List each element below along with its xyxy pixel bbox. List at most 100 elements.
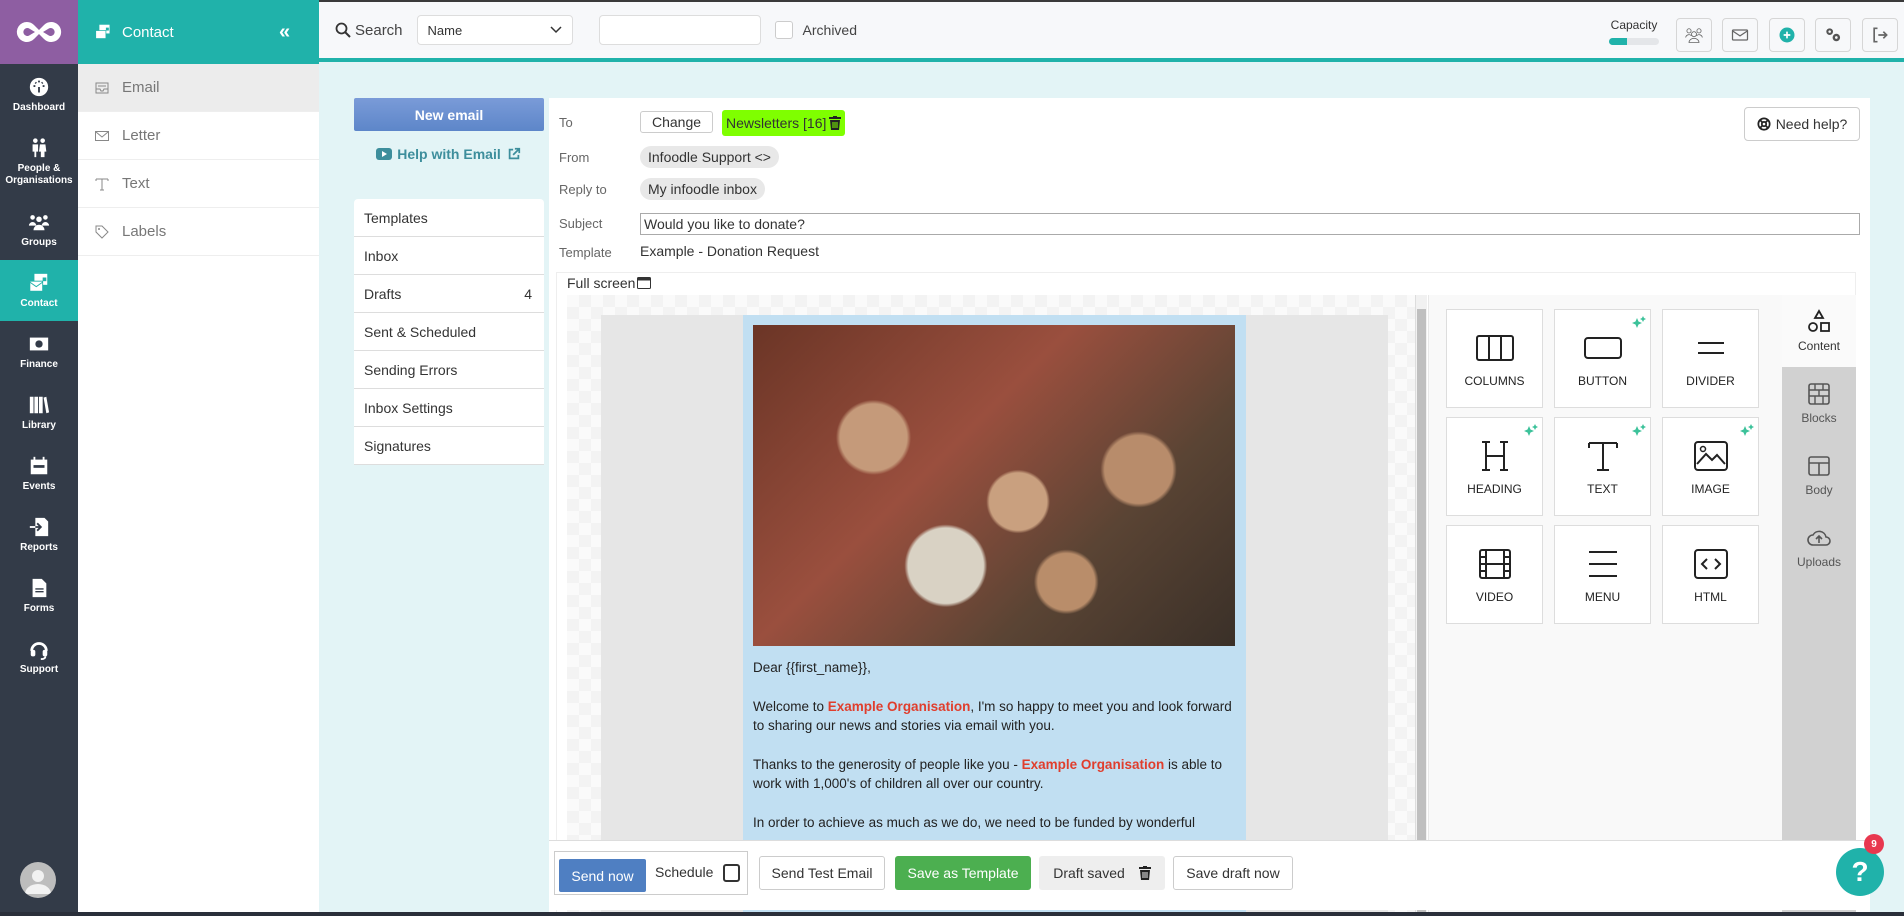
- users-button[interactable]: [1676, 18, 1712, 52]
- nav-events[interactable]: Events: [0, 443, 78, 504]
- folder-inbox-settings[interactable]: Inbox Settings: [354, 389, 544, 427]
- submenu-item-text[interactable]: Text: [78, 160, 319, 208]
- submenu-item-email[interactable]: Email: [78, 64, 319, 112]
- greeting-paragraph: Dear {{first_name}},: [753, 660, 871, 675]
- folder-sent-scheduled[interactable]: Sent & Scheduled: [354, 313, 544, 351]
- menu-icon: [1588, 550, 1617, 577]
- save-as-template-button[interactable]: Save as Template: [895, 856, 1031, 890]
- folder-label: Signatures: [364, 437, 431, 454]
- folder-templates[interactable]: Templates: [354, 199, 544, 237]
- user-avatar[interactable]: [20, 862, 56, 898]
- change-recipients-button[interactable]: Change: [640, 111, 713, 133]
- search-field-value: Name: [427, 22, 463, 38]
- scrollbar-thumb[interactable]: [1417, 309, 1426, 915]
- tag-icon: [95, 225, 109, 239]
- new-email-button[interactable]: New email: [354, 98, 544, 131]
- schedule-checkbox[interactable]: [723, 864, 740, 882]
- content-tools-panel: COLUMNS BUTTON DIVIDER HEADING TEXT IMAG…: [1428, 295, 1782, 915]
- tool-video[interactable]: VIDEO: [1446, 525, 1543, 624]
- text-run: Welcome to: [753, 699, 828, 714]
- settings-button[interactable]: [1815, 18, 1851, 52]
- nav-dashboard[interactable]: Dashboard: [0, 64, 78, 125]
- image-icon: [1693, 440, 1728, 471]
- folder-sending-errors[interactable]: Sending Errors: [354, 351, 544, 389]
- inbox-icon: [95, 82, 109, 93]
- messages-button[interactable]: [1722, 18, 1758, 52]
- text-icon: [95, 178, 109, 190]
- subject-input[interactable]: Would you like to donate?: [640, 213, 1860, 235]
- dashboard-icon: [29, 77, 49, 96]
- nav-library[interactable]: Library: [0, 382, 78, 443]
- from-chip[interactable]: Infoodle Support <>: [640, 146, 779, 168]
- hero-image-children[interactable]: [753, 325, 1235, 646]
- editor-canvas[interactable]: Dear {{first_name}}, Welcome to Example …: [567, 295, 1427, 915]
- submenu-item-letter[interactable]: Letter: [78, 112, 319, 160]
- email-actions-bar: Send now Schedule Send Test Email Save a…: [549, 840, 1870, 910]
- email-body-text[interactable]: Dear {{first_name}}, Welcome to Example …: [753, 658, 1235, 852]
- tool-divider[interactable]: DIVIDER: [1662, 309, 1759, 408]
- tool-label: MENU: [1584, 589, 1621, 604]
- envelope-icon: [1731, 29, 1749, 41]
- submenu-label: Letter: [122, 127, 161, 144]
- save-draft-now-button[interactable]: Save draft now: [1173, 856, 1293, 890]
- folder-drafts[interactable]: Drafts 4: [354, 275, 544, 313]
- tool-menu[interactable]: MENU: [1554, 525, 1651, 624]
- nav-groups[interactable]: Groups: [0, 199, 78, 260]
- logout-button[interactable]: [1862, 18, 1898, 52]
- tool-image[interactable]: IMAGE: [1662, 417, 1759, 516]
- divider-icon: [1697, 341, 1724, 354]
- logout-icon: [1873, 27, 1888, 43]
- tool-html[interactable]: HTML: [1662, 525, 1759, 624]
- folder-inbox[interactable]: Inbox: [354, 237, 544, 275]
- tool-text[interactable]: TEXT: [1554, 417, 1651, 516]
- nav-support[interactable]: Support: [0, 626, 78, 687]
- finance-icon: [29, 337, 49, 350]
- trash-icon[interactable]: [829, 116, 842, 130]
- tool-columns[interactable]: COLUMNS: [1446, 309, 1543, 408]
- ai-sparkle-icon: [1740, 424, 1754, 436]
- nav-contact[interactable]: Contact: [0, 260, 78, 321]
- tool-heading[interactable]: HEADING: [1446, 417, 1543, 516]
- help-with-email-link[interactable]: Help with Email: [354, 146, 544, 162]
- contact-submenu: Contact « Email Letter Text Labels: [78, 0, 319, 916]
- submenu-item-labels[interactable]: Labels: [78, 208, 319, 256]
- tool-button[interactable]: BUTTON: [1554, 309, 1651, 408]
- tab-content[interactable]: Content: [1782, 295, 1856, 367]
- reply-to-label: Reply to: [559, 182, 607, 197]
- editor-scrollbar[interactable]: [1415, 295, 1427, 915]
- add-button[interactable]: [1769, 18, 1805, 52]
- send-now-button[interactable]: Send now: [559, 859, 646, 892]
- nav-people[interactable]: People & Organisations: [0, 125, 78, 199]
- org-name: Example Organisation: [827, 699, 971, 714]
- tool-label: DIVIDER: [1686, 373, 1735, 388]
- schedule-label: Schedule: [655, 864, 714, 880]
- need-help-button[interactable]: Need help?: [1744, 107, 1860, 141]
- capacity-label: Capacity: [1610, 18, 1658, 32]
- app-logo[interactable]: [0, 0, 78, 64]
- nav-forms[interactable]: Forms: [0, 565, 78, 626]
- nav-reports[interactable]: Reports: [0, 504, 78, 565]
- help-chat-button[interactable]: ?: [1836, 848, 1884, 896]
- nav-label: Library: [22, 419, 56, 431]
- tab-uploads[interactable]: Uploads: [1782, 511, 1856, 583]
- collapse-sidebar-button[interactable]: «: [279, 21, 309, 44]
- search-field-select[interactable]: Name: [416, 15, 573, 45]
- tab-blocks[interactable]: Blocks: [1782, 367, 1856, 439]
- reply-to-chip[interactable]: My infoodle inbox: [640, 178, 765, 200]
- email-content-block[interactable]: Dear {{first_name}}, Welcome to Example …: [743, 315, 1246, 915]
- tab-body[interactable]: Body: [1782, 439, 1856, 511]
- send-test-email-button[interactable]: Send Test Email: [759, 856, 885, 890]
- full-screen-toggle[interactable]: Full screen: [567, 275, 652, 291]
- folder-signatures[interactable]: Signatures: [354, 427, 544, 465]
- nav-finance[interactable]: Finance: [0, 321, 78, 382]
- nav-label: Dashboard: [12, 101, 66, 113]
- events-icon: [30, 456, 48, 474]
- nav-label: People & Organisations: [5, 163, 73, 186]
- code-icon: [1693, 548, 1728, 579]
- trash-icon[interactable]: [1138, 866, 1151, 880]
- submenu-title: Contact: [122, 23, 174, 41]
- archived-checkbox[interactable]: [774, 21, 793, 39]
- cloud-upload-icon: [1807, 530, 1831, 546]
- recipient-chip[interactable]: Newsletters [16]: [722, 110, 846, 136]
- search-input[interactable]: [598, 15, 761, 45]
